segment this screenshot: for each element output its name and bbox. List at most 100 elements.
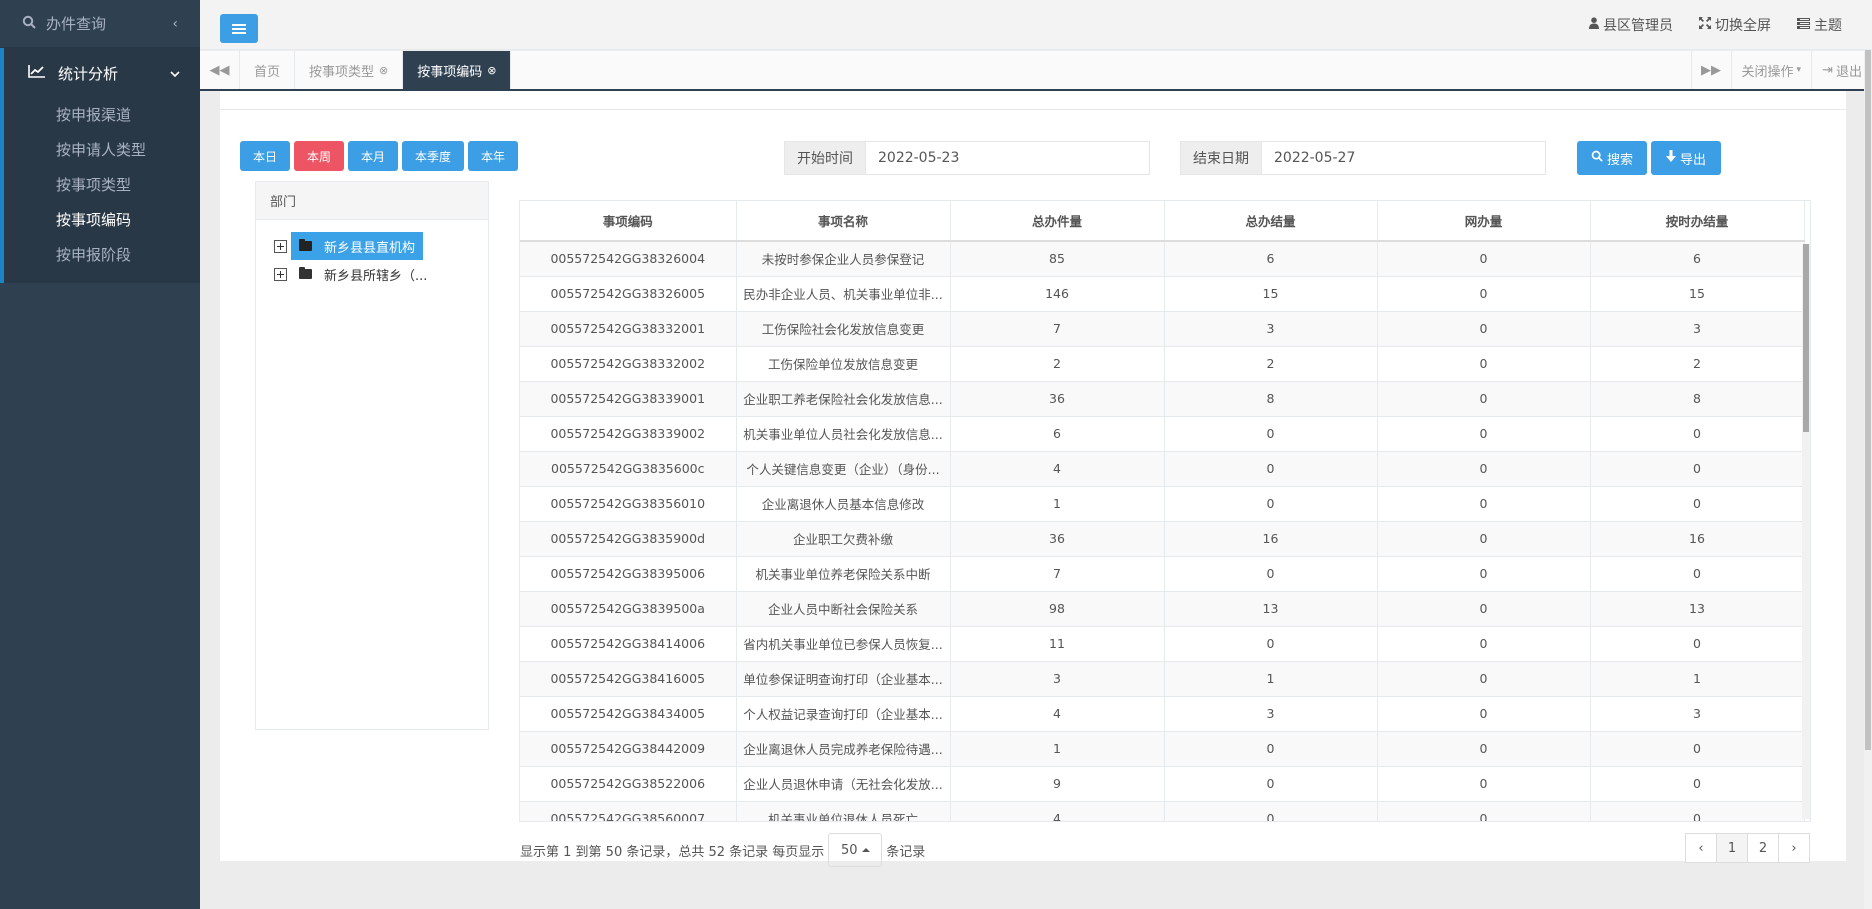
page-size-select[interactable]: 50 bbox=[828, 833, 883, 867]
table-cell: 0 bbox=[1590, 451, 1805, 487]
table-row[interactable]: 005572542GG38339002 机关事业单位人员社会化发放信息... 6 0 0… bbox=[520, 416, 1805, 452]
close-ops-dropdown[interactable]: 关闭操作 ▾ bbox=[1730, 51, 1812, 89]
sidebar-item-matter-type[interactable]: 按事项类型 bbox=[4, 168, 200, 203]
logout-label: 退出 bbox=[1835, 64, 1862, 80]
end-date-input[interactable]: 2022-05-27 bbox=[1261, 141, 1546, 175]
table-cell: 36 bbox=[950, 521, 1165, 557]
user-menu[interactable]: 县区管理员 bbox=[1589, 15, 1673, 35]
table-row[interactable]: 005572542GG38339001 企业职工养老保险社会化发放信息... 36 8… bbox=[520, 381, 1805, 417]
fullscreen-toggle[interactable]: 切换全屏 bbox=[1699, 15, 1771, 35]
table-cell: 企业人员中断社会保险关系 bbox=[736, 591, 951, 627]
this-month-button[interactable]: 本月 bbox=[348, 141, 398, 171]
close-icon[interactable]: ⊗ bbox=[487, 64, 496, 77]
menu-toggle-button[interactable] bbox=[220, 14, 258, 43]
table-cell: 0 bbox=[1377, 311, 1591, 347]
table-cell: 005572542GG3835600c bbox=[520, 451, 737, 487]
tree-node-body[interactable]: 新乡县县直机构 bbox=[291, 232, 424, 260]
table-row[interactable]: 005572542GG38332001 工伤保险社会化发放信息变更 7 3 0 3 bbox=[520, 311, 1805, 347]
next-page-button[interactable]: › bbox=[1778, 833, 1810, 863]
table-row[interactable]: 005572542GG38416005 单位参保证明查询打印（企业基本... 3 1 0… bbox=[520, 661, 1805, 697]
table-cell: 1 bbox=[950, 486, 1165, 522]
column-header[interactable]: 事项编码 bbox=[520, 201, 737, 242]
table-cell: 0 bbox=[1377, 591, 1591, 627]
prev-page-button[interactable]: ‹ bbox=[1685, 833, 1717, 863]
sidebar-item-matter-code[interactable]: 按事项编码 bbox=[4, 203, 200, 238]
sidebar-item-applicant-type[interactable]: 按申请人类型 bbox=[4, 133, 200, 168]
search-button-label: 搜索 bbox=[1606, 152, 1633, 168]
table-row[interactable]: 005572542GG38522006 企业人员退休申请（无社会化发放... 9 0 0… bbox=[520, 766, 1805, 802]
header-actions: 县区管理员 切换全屏 主题 bbox=[1589, 0, 1842, 50]
page-scrollbar[interactable] bbox=[1864, 50, 1872, 909]
close-icon[interactable]: ⊗ bbox=[379, 64, 388, 77]
data-table: 事项编码 事项名称 总办件量 总办结量 网办量 按时办结量 005572542G… bbox=[519, 200, 1811, 822]
sidebar-search[interactable]: 办件查询 ‹ bbox=[0, 0, 200, 48]
table-row[interactable]: 005572542GG38326005 民办非企业人员、机关事业单位非... 146… bbox=[520, 276, 1805, 312]
folder-icon bbox=[299, 239, 312, 251]
column-header[interactable]: 总办件量 bbox=[950, 201, 1165, 242]
table-cell: 0 bbox=[1377, 381, 1591, 417]
expand-icon[interactable] bbox=[274, 267, 287, 281]
column-header[interactable]: 总办结量 bbox=[1164, 201, 1378, 242]
table-row[interactable]: 005572542GG38356010 企业离退休人员基本信息修改 1 0 0 0 bbox=[520, 486, 1805, 522]
divider bbox=[220, 109, 1846, 110]
table-cell: 005572542GG38522006 bbox=[520, 766, 737, 802]
close-ops-label: 关闭操作 bbox=[1741, 64, 1794, 80]
sidebar-submenu: 按申报渠道 按申请人类型 按事项类型 按事项编码 按申报阶段 bbox=[4, 98, 200, 283]
table-row[interactable]: 005572542GG38560007 机关事业单位退休人员死亡 4 0 0 0 bbox=[520, 801, 1805, 821]
expand-icon bbox=[1699, 17, 1711, 33]
table-cell: 005572542GG38414006 bbox=[520, 626, 737, 662]
table-row[interactable]: 005572542GG3835600c 个人关键信息变更（企业）（身份... 4 0 0… bbox=[520, 451, 1805, 487]
tree-node[interactable]: 新乡县县直机构 bbox=[274, 232, 424, 260]
table-row[interactable]: 005572542GG38326004 未按时参保企业人员参保登记 85 6 0 6 bbox=[520, 241, 1805, 277]
tree-node-body[interactable]: 新乡县所辖乡（... bbox=[291, 260, 435, 288]
tabs-scroll-left-icon[interactable]: ◀◀ bbox=[200, 51, 240, 89]
content-panel: 本日 本周 本月 本季度 本年 开始时间 2022-05-23 结束日期 202… bbox=[220, 91, 1846, 867]
theme-menu[interactable]: 主题 bbox=[1797, 15, 1842, 35]
table-row[interactable]: 005572542GG38442009 企业离退休人员完成养老保险待遇... 1 0 0… bbox=[520, 731, 1805, 767]
sidebar-item-stage[interactable]: 按申报阶段 bbox=[4, 238, 200, 273]
tree-node[interactable]: 新乡县所辖乡（... bbox=[274, 260, 435, 288]
table-cell: 2 bbox=[950, 346, 1165, 382]
scrollbar-thumb[interactable] bbox=[1803, 244, 1809, 432]
sidebar-item-channel[interactable]: 按申报渠道 bbox=[4, 98, 200, 133]
today-button[interactable]: 本日 bbox=[240, 141, 290, 171]
table-cell: 005572542GG38395006 bbox=[520, 556, 737, 592]
table-row[interactable]: 005572542GG38414006 省内机关事业单位已参保人员恢复... 11 0… bbox=[520, 626, 1805, 662]
tab-actions: ▶▶ 关闭操作 ▾ ⇥ 退出 bbox=[1690, 51, 1872, 89]
table-row[interactable]: 005572542GG38332002 工伤保险单位发放信息变更 2 2 0 2 bbox=[520, 346, 1805, 382]
this-year-button[interactable]: 本年 bbox=[468, 141, 518, 171]
page-1-button[interactable]: 1 bbox=[1716, 833, 1748, 863]
expand-icon[interactable] bbox=[274, 239, 287, 253]
page-2-button[interactable]: 2 bbox=[1747, 833, 1779, 863]
table-row[interactable]: 005572542GG3835900d 企业职工欠费补缴 36 16 0 16 bbox=[520, 521, 1805, 557]
table-row[interactable]: 005572542GG38395006 机关事业单位养老保险关系中断 7 0 0 0 bbox=[520, 556, 1805, 592]
table-row[interactable]: 005572542GG3839500a 企业人员中断社会保险关系 98 13 0 13 bbox=[520, 591, 1805, 627]
table-cell: 16 bbox=[1590, 521, 1805, 557]
column-header[interactable]: 按时办结量 bbox=[1590, 201, 1805, 242]
table-cell: 0 bbox=[1377, 731, 1591, 767]
table-cell: 005572542GG38416005 bbox=[520, 661, 737, 697]
column-header[interactable]: 事项名称 bbox=[736, 201, 951, 242]
table-cell: 0 bbox=[1377, 556, 1591, 592]
column-header[interactable]: 网办量 bbox=[1377, 201, 1591, 242]
search-button[interactable]: 搜索 bbox=[1577, 141, 1647, 175]
table-row[interactable]: 005572542GG38434005 个人权益记录查询打印（企业基本... 4 3 0… bbox=[520, 696, 1805, 732]
table-scrollbar[interactable] bbox=[1802, 244, 1810, 819]
tab-matter-type[interactable]: 按事项类型 ⊗ bbox=[295, 51, 404, 89]
this-quarter-button[interactable]: 本季度 bbox=[402, 141, 464, 171]
table-cell: 005572542GG3839500a bbox=[520, 591, 737, 627]
scrollbar-thumb[interactable] bbox=[1865, 50, 1871, 750]
table-cell: 0 bbox=[1377, 486, 1591, 522]
table-cell: 省内机关事业单位已参保人员恢复... bbox=[736, 626, 951, 662]
tabs-scroll-right-icon[interactable]: ▶▶ bbox=[1690, 51, 1731, 89]
this-week-button[interactable]: 本周 bbox=[294, 141, 344, 171]
chevron-left-icon[interactable]: ‹ bbox=[172, 16, 178, 32]
logout-button[interactable]: ⇥ 退出 bbox=[1811, 51, 1872, 89]
start-date-input[interactable]: 2022-05-23 bbox=[865, 141, 1150, 175]
tab-matter-code[interactable]: 按事项编码 ⊗ bbox=[403, 51, 512, 89]
export-button[interactable]: 导出 bbox=[1651, 141, 1721, 175]
sidebar-group-header[interactable]: 统计分析 bbox=[4, 48, 200, 98]
table-cell: 0 bbox=[1164, 486, 1378, 522]
table-cell: 工伤保险单位发放信息变更 bbox=[736, 346, 951, 382]
tab-home[interactable]: 首页 bbox=[240, 51, 296, 89]
